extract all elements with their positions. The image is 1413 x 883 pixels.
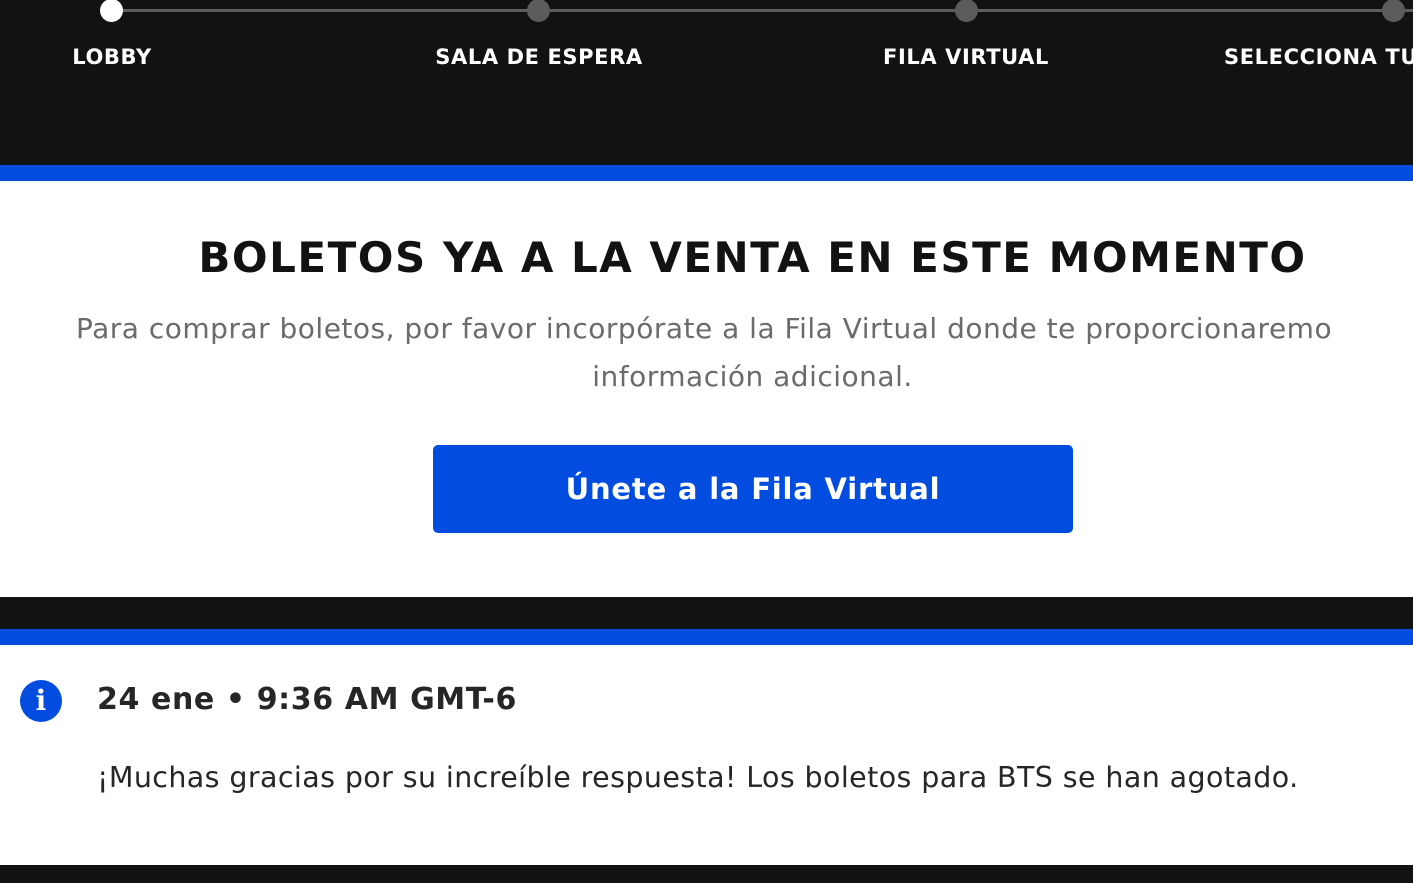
step-label-sala-de-espera: SALA DE ESPERA xyxy=(435,45,643,69)
notice-message: ¡Muchas gracias por su increíble respues… xyxy=(97,761,1299,794)
accent-bar-bottom xyxy=(0,629,1413,645)
accent-bar-top xyxy=(0,165,1413,181)
page: LOBBY SALA DE ESPERA FILA VIRTUAL SELECC… xyxy=(0,0,1413,883)
step-label-lobby: LOBBY xyxy=(72,45,152,69)
sale-panel: BOLETOS YA A LA VENTA EN ESTE MOMENTO Pa… xyxy=(0,181,1413,597)
progress-track xyxy=(112,9,1413,12)
info-notice: i 24 ene • 9:36 AM GMT-6 ¡Muchas gracias… xyxy=(0,645,1413,865)
sale-description-line-1: Para comprar boletos, por favor incorpór… xyxy=(76,312,1333,345)
step-label-fila-virtual: FILA VIRTUAL xyxy=(883,45,1049,69)
sale-title: BOLETOS YA A LA VENTA EN ESTE MOMENTO xyxy=(198,233,1307,282)
section-divider xyxy=(0,597,1413,629)
info-icon: i xyxy=(20,680,62,722)
step-label-selecciona: SELECCIONA TU xyxy=(1224,45,1413,69)
progress-stepper: LOBBY SALA DE ESPERA FILA VIRTUAL SELECC… xyxy=(0,0,1413,165)
sale-description: Para comprar boletos, por favor incorpór… xyxy=(76,305,1413,401)
sale-description-line-2: información adicional. xyxy=(592,360,913,393)
notice-timestamp: 24 ene • 9:36 AM GMT-6 xyxy=(97,682,517,717)
join-virtual-queue-button[interactable]: Únete a la Fila Virtual xyxy=(433,445,1073,533)
step-dot-fila-virtual xyxy=(955,0,978,22)
step-dot-sala-de-espera xyxy=(527,0,550,22)
step-dot-lobby xyxy=(100,0,123,22)
footer-bar xyxy=(0,865,1413,883)
step-dot-selecciona xyxy=(1382,0,1405,22)
